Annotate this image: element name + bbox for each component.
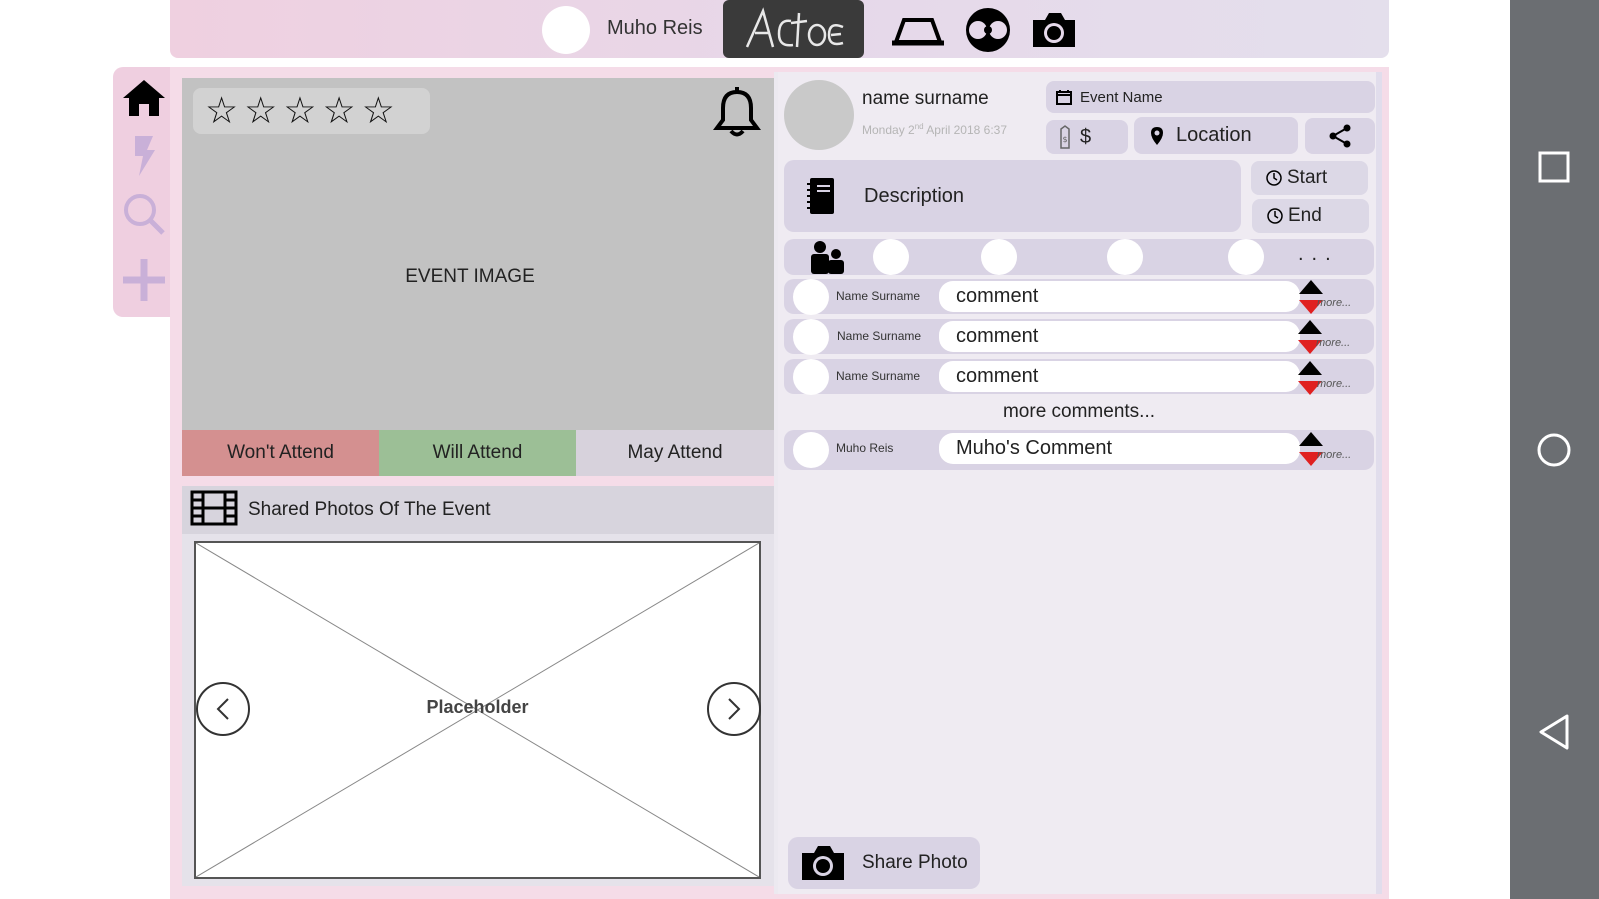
event-date: Monday 2nd April 2018 6:37 xyxy=(862,122,1007,137)
comment-more-link[interactable]: more... xyxy=(1316,337,1350,349)
description-label: Description xyxy=(864,184,965,207)
description-field[interactable]: Description xyxy=(784,160,1241,232)
home-nav-button[interactable] xyxy=(1522,418,1586,482)
wont-attend-button[interactable]: Won't Attend xyxy=(182,430,379,476)
comment-author[interactable]: Name Surname xyxy=(837,329,921,343)
top-username[interactable]: Muho Reis xyxy=(607,17,703,40)
attendee-avatar[interactable] xyxy=(1107,239,1143,275)
comment-text: comment xyxy=(939,361,1300,392)
camera-icon xyxy=(802,846,844,880)
hat-icon[interactable] xyxy=(892,8,944,52)
event-image-label: EVENT IMAGE xyxy=(405,266,535,287)
comment-avatar[interactable] xyxy=(793,319,829,355)
comment-avatar[interactable] xyxy=(793,279,829,315)
shared-photos-header: Shared Photos Of The Event xyxy=(182,486,774,534)
attendee-avatar[interactable] xyxy=(873,239,909,275)
attendee-avatar[interactable] xyxy=(1228,239,1264,275)
attendees-icon[interactable] xyxy=(808,240,846,279)
star-icon[interactable]: ☆ xyxy=(323,91,356,131)
camera-icon[interactable] xyxy=(1028,8,1080,52)
chevron-left-icon xyxy=(216,698,229,720)
placeholder-label: Placeholder xyxy=(426,697,529,717)
comment-more-link[interactable]: more... xyxy=(1317,297,1351,309)
share-photo-button[interactable]: Share Photo xyxy=(788,837,980,889)
comment-text: comment xyxy=(939,281,1300,312)
bell-icon[interactable] xyxy=(712,86,762,138)
lightning-icon[interactable] xyxy=(121,133,167,179)
share-photo-label: Share Photo xyxy=(862,852,968,873)
chevron-right-icon xyxy=(728,698,741,720)
notebook-icon xyxy=(807,178,834,214)
sidebar xyxy=(113,67,173,317)
price-tag-icon: $ xyxy=(1060,125,1070,149)
film-strip-icon xyxy=(190,490,238,531)
plus-icon[interactable] xyxy=(121,257,167,303)
search-icon[interactable] xyxy=(121,191,167,237)
comment-more-link[interactable]: more... xyxy=(1317,378,1351,390)
date-rest: April 2018 6:37 xyxy=(923,123,1008,137)
may-attend-button[interactable]: May Attend xyxy=(576,430,774,476)
comment-avatar[interactable] xyxy=(793,359,829,395)
star-rating[interactable]: ☆ ☆ ☆ ☆ ☆ xyxy=(193,88,430,134)
share-button[interactable] xyxy=(1305,118,1375,154)
end-time-field[interactable]: End xyxy=(1252,199,1369,233)
location-button[interactable]: Location xyxy=(1134,117,1298,154)
home-icon[interactable] xyxy=(121,75,167,121)
start-label: Start xyxy=(1287,167,1328,188)
user-avatar[interactable] xyxy=(542,6,590,54)
star-icon[interactable]: ☆ xyxy=(283,91,316,131)
back-button[interactable] xyxy=(1522,700,1586,764)
logo-mark xyxy=(745,7,843,48)
next-photo-button[interactable] xyxy=(707,682,761,736)
price-field[interactable]: $ $ xyxy=(1046,120,1128,154)
location-label: Location xyxy=(1176,124,1252,146)
comment-author[interactable]: Name Surname xyxy=(836,289,920,303)
more-comments-link[interactable]: more comments... xyxy=(784,401,1374,423)
star-icon[interactable]: ☆ xyxy=(244,91,277,131)
event-name-field[interactable]: Event Name xyxy=(1046,81,1375,113)
clock-icon xyxy=(1267,208,1283,224)
organizer-avatar[interactable] xyxy=(784,80,854,150)
prev-photo-button[interactable] xyxy=(196,682,250,736)
own-comment-author[interactable]: Muho Reis xyxy=(836,441,893,455)
date-suffix-ordinal: nd xyxy=(914,122,924,131)
own-comment-input[interactable]: Muho's Comment xyxy=(939,433,1300,464)
end-label: End xyxy=(1288,205,1322,226)
comment-more-link[interactable]: more... xyxy=(1317,449,1351,461)
svg-text:$: $ xyxy=(1063,135,1068,144)
triangle-back-icon xyxy=(1539,714,1569,750)
app-logo[interactable] xyxy=(723,0,864,58)
own-comment-avatar[interactable] xyxy=(793,432,829,468)
square-icon xyxy=(1538,151,1570,183)
calendar-icon xyxy=(1056,90,1072,105)
comment-author[interactable]: Name Surname xyxy=(836,369,920,383)
share-icon xyxy=(1329,124,1351,148)
start-time-field[interactable]: Start xyxy=(1251,161,1368,195)
clock-icon xyxy=(1266,170,1282,186)
map-pin-icon xyxy=(1151,126,1163,145)
star-icon[interactable]: ☆ xyxy=(362,91,395,131)
more-attendees[interactable]: ... xyxy=(1298,243,1339,266)
comment-text: comment xyxy=(939,321,1300,352)
attendee-avatar[interactable] xyxy=(981,239,1017,275)
date-prefix: Monday 2 xyxy=(862,123,915,137)
star-icon[interactable]: ☆ xyxy=(205,91,238,131)
recent-apps-button[interactable] xyxy=(1522,135,1586,199)
event-name-label: Event Name xyxy=(1080,88,1163,106)
shared-photos-title: Shared Photos Of The Event xyxy=(248,499,491,520)
price-label: $ xyxy=(1080,125,1092,148)
will-attend-button[interactable]: Will Attend xyxy=(379,430,576,476)
circle-icon xyxy=(1537,433,1571,467)
organizer-name[interactable]: name surname xyxy=(862,88,989,110)
film-reel-icon[interactable] xyxy=(962,8,1014,52)
